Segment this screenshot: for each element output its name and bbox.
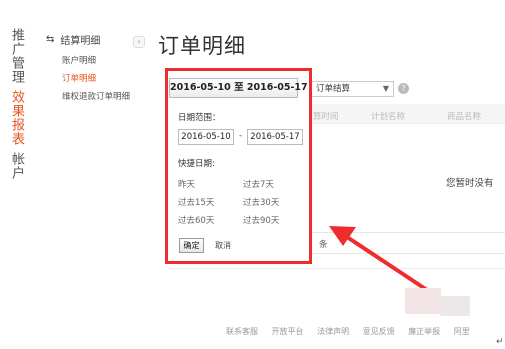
column-header-product-name: 商品名称 [447, 112, 482, 122]
collapse-sidebar-button[interactable]: ‹ [133, 36, 145, 48]
footer-link-alibaba[interactable]: 阿里 [454, 327, 470, 336]
footer-links: 联系客服 开放平台 法律声明 意见反馈 廉正举报 阿里 [226, 326, 481, 337]
pixelated-watermark [440, 296, 470, 316]
sub-menu-item-refund-order-detail[interactable]: 维权退款订单明细 [46, 88, 138, 106]
sub-menu-item-order-detail[interactable]: 订单明细 [46, 70, 138, 88]
return-symbol: ↵ [496, 337, 504, 347]
nav-item-account[interactable]: 帐户 [9, 152, 24, 180]
help-icon[interactable]: ? [398, 83, 409, 94]
sub-menu-header[interactable]: ⇆ 结算明细 [46, 32, 138, 47]
pixelated-watermark [405, 288, 441, 314]
footer-link-legal[interactable]: 法律声明 [317, 327, 349, 336]
settlement-type-value: 订单结算 [316, 84, 351, 94]
footer-link-open-platform[interactable]: 开放平台 [272, 327, 304, 336]
nav-item-promotion[interactable]: 推广管理 [9, 28, 24, 84]
sub-menu-header-label: 结算明细 [60, 36, 101, 47]
footer-link-feedback[interactable]: 意见反馈 [363, 327, 395, 336]
settlement-type-select[interactable]: 订单结算 ▼ [310, 81, 394, 97]
column-header-plan-name: 计划名称 [371, 112, 406, 122]
sub-menu-item-account-detail[interactable]: 账户明细 [46, 52, 138, 70]
footer-link-report[interactable]: 廉正举报 [408, 327, 440, 336]
page: 推广管理 效果报表 帐户 ⇆ 结算明细 账户明细 订单明细 维权退款订单明细 ‹… [0, 0, 505, 349]
main-nav: 推广管理 效果报表 帐户 [9, 28, 27, 186]
highlight-box [165, 68, 312, 264]
nav-item-reports[interactable]: 效果报表 [9, 90, 24, 146]
chevron-down-icon: ▼ [382, 84, 389, 93]
empty-message: 您暂时没有 [446, 178, 494, 189]
sub-menu: ⇆ 结算明细 账户明细 订单明细 维权退款订单明细 [46, 32, 138, 106]
page-title: 订单明细 [158, 34, 246, 58]
transfer-icon: ⇆ [46, 34, 55, 45]
footer-link-customer-service[interactable]: 联系客服 [226, 327, 258, 336]
column-header-settle-time: 算时间 [313, 112, 339, 122]
pagination-text: 条 [319, 240, 328, 250]
divider [167, 268, 505, 269]
